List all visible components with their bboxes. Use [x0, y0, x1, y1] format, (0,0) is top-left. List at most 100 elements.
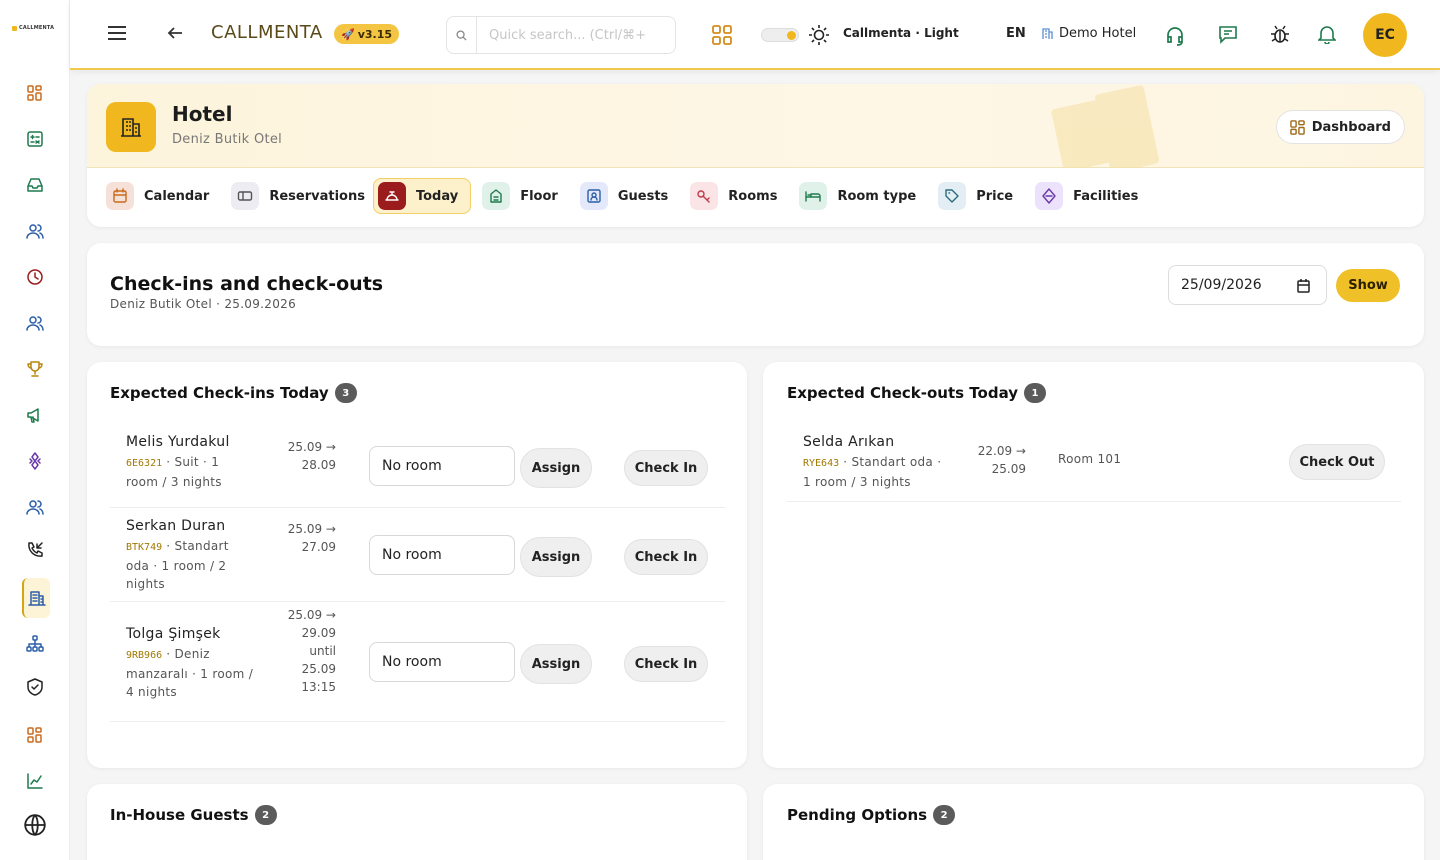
tab-facilities[interactable]: Facilities	[1035, 178, 1138, 214]
reservation-code[interactable]: RYE643	[803, 458, 839, 469]
sidebar-item-grid[interactable]	[22, 722, 48, 748]
hotel-icon	[28, 591, 46, 606]
tab-calendar[interactable]: Calendar	[106, 178, 209, 214]
calendar-icon	[106, 182, 134, 210]
sidebar-item-megaphone[interactable]	[22, 402, 48, 428]
tab-room-type[interactable]: Room type	[799, 178, 916, 214]
headset-icon[interactable]	[1164, 24, 1186, 46]
sidebar-item-shield[interactable]	[22, 674, 48, 700]
sidebar-item-phone-incoming[interactable]	[22, 537, 48, 563]
pending-title: Pending Options	[787, 806, 928, 824]
guest-name: Melis Yurdakul	[126, 434, 230, 450]
sidebar-item-org-chart[interactable]	[22, 631, 48, 657]
checkin-row: Tolga Şimşek 9RB966 · Deniz manzaralı · 1…	[110, 602, 725, 722]
sidebar-item-globe[interactable]	[22, 812, 48, 838]
sidebar-item-clock[interactable]	[22, 264, 48, 290]
sidebar-item-trophy[interactable]	[22, 356, 48, 382]
theme-toggle[interactable]	[761, 28, 799, 42]
top-bar: CALLMENTA 🚀v3.15 Callmenta · Light EN De…	[70, 0, 1440, 70]
assign-button[interactable]: Assign	[520, 644, 592, 684]
sidebar-item-inbox[interactable]	[22, 172, 48, 198]
inhouse-title: In-House Guests	[110, 806, 249, 824]
room-number: Room 101	[1058, 452, 1122, 466]
tab-floor[interactable]: Floor	[482, 178, 558, 214]
reservation-code[interactable]: 6E6321	[126, 458, 162, 469]
tab-price[interactable]: Price	[938, 178, 1013, 214]
date-input[interactable]: 25/09/2026	[1168, 265, 1327, 305]
hotel-tabs: Calendar Reservations Today Floor Guests Room…	[106, 178, 1160, 214]
search-input[interactable]	[477, 16, 675, 54]
checkouts-count-badge: 1	[1024, 383, 1047, 403]
tab-rooms[interactable]: Rooms	[690, 178, 777, 214]
avatar[interactable]: EC	[1363, 13, 1407, 57]
calendar-icon[interactable]	[1297, 279, 1310, 293]
pending-options-card: Pending Options 2	[763, 784, 1424, 860]
bed-icon	[799, 182, 828, 210]
sidebar-item-chart[interactable]	[22, 768, 48, 794]
pending-count-badge: 2	[933, 805, 956, 825]
sidebar-item-dashboard[interactable]	[22, 80, 48, 106]
tab-label: Room type	[837, 188, 917, 204]
building-icon	[1042, 28, 1053, 39]
reservation-code[interactable]: 9RB966	[126, 650, 162, 661]
apps-grid-icon[interactable]	[711, 24, 733, 46]
room-select[interactable]: No room	[369, 642, 515, 682]
sidebar-item-hotel[interactable]	[22, 578, 50, 618]
show-button[interactable]: Show	[1336, 269, 1400, 302]
assign-button[interactable]: Assign	[520, 537, 592, 577]
dashboard-label: Dashboard	[1311, 119, 1391, 135]
sidebar-item-users[interactable]	[22, 218, 48, 244]
sidebar-item-team[interactable]	[22, 310, 48, 336]
date-line: 25.09 →	[287, 608, 336, 622]
check-in-button[interactable]: Check In	[624, 450, 708, 486]
sidebar-item-spreadsheet[interactable]	[22, 126, 48, 152]
stay-dates: 25.09 → 28.09	[266, 438, 336, 474]
date-line: 22.09 →	[977, 444, 1026, 458]
room-select[interactable]: No room	[369, 446, 515, 486]
back-arrow-icon[interactable]	[167, 25, 183, 41]
hotel-header-card: Hotel Deniz Butik Otel Dashboard Calenda…	[87, 84, 1424, 227]
language-selector[interactable]: EN	[1006, 26, 1026, 41]
tab-guests[interactable]: Guests	[579, 178, 669, 214]
sidebar-item-contacts[interactable]	[22, 494, 48, 520]
bell-service-icon	[377, 182, 406, 210]
tab-reservations[interactable]: Reservations	[231, 178, 365, 214]
date-line: until	[309, 644, 336, 658]
hotel-selector[interactable]: Demo Hotel	[1041, 26, 1136, 41]
hotel-building-icon	[106, 102, 156, 152]
check-in-button[interactable]: Check In	[624, 539, 708, 575]
guest-name: Serkan Duran	[126, 518, 226, 534]
bell-icon[interactable]	[1318, 24, 1336, 44]
reservation-meta: 9RB966 · Deniz manzaralı · 1 room / 4 ni…	[126, 645, 254, 701]
date-line: 29.09	[301, 626, 336, 640]
assign-button[interactable]: Assign	[520, 448, 592, 488]
tab-label: Facilities	[1073, 188, 1139, 204]
tab-label: Guests	[617, 188, 669, 204]
search-icon[interactable]	[447, 16, 477, 54]
stay-dates: 25.09 → 27.09	[266, 520, 336, 556]
section-title: Check-ins and check-outs	[110, 273, 384, 295]
check-in-button[interactable]: Check In	[624, 646, 708, 682]
section-subtitle: Deniz Butik Otel · 25.09.2026	[110, 297, 297, 311]
in-house-guests-card: In-House Guests 2	[87, 784, 747, 860]
bug-icon[interactable]	[1269, 23, 1291, 45]
dashboard-button[interactable]: Dashboard	[1275, 110, 1405, 144]
clock-icon	[27, 269, 43, 285]
stay-dates: 25.09 → 29.09 until 25.09 13:15	[266, 606, 336, 696]
reservation-code[interactable]: BTK749	[126, 542, 162, 553]
tab-label: Price	[976, 188, 1014, 204]
logo[interactable]: CALLMENTA	[0, 0, 69, 56]
theme-label[interactable]: Callmenta · Light	[843, 26, 959, 40]
floor-icon	[482, 182, 511, 210]
chat-icon[interactable]	[1218, 24, 1238, 44]
team-icon	[26, 316, 44, 331]
check-out-button[interactable]: Check Out	[1289, 444, 1385, 480]
sun-icon	[808, 24, 830, 46]
tab-today[interactable]: Today	[372, 178, 472, 214]
brand-name[interactable]: CALLMENTA	[211, 22, 323, 43]
room-select[interactable]: No room	[369, 535, 515, 575]
sidebar-item-integration[interactable]	[22, 448, 48, 474]
checkin-row: Serkan Duran BTK749 · Standart oda · 1 ro…	[110, 508, 725, 602]
spreadsheet-icon	[27, 131, 43, 147]
menu-icon[interactable]	[107, 25, 127, 41]
